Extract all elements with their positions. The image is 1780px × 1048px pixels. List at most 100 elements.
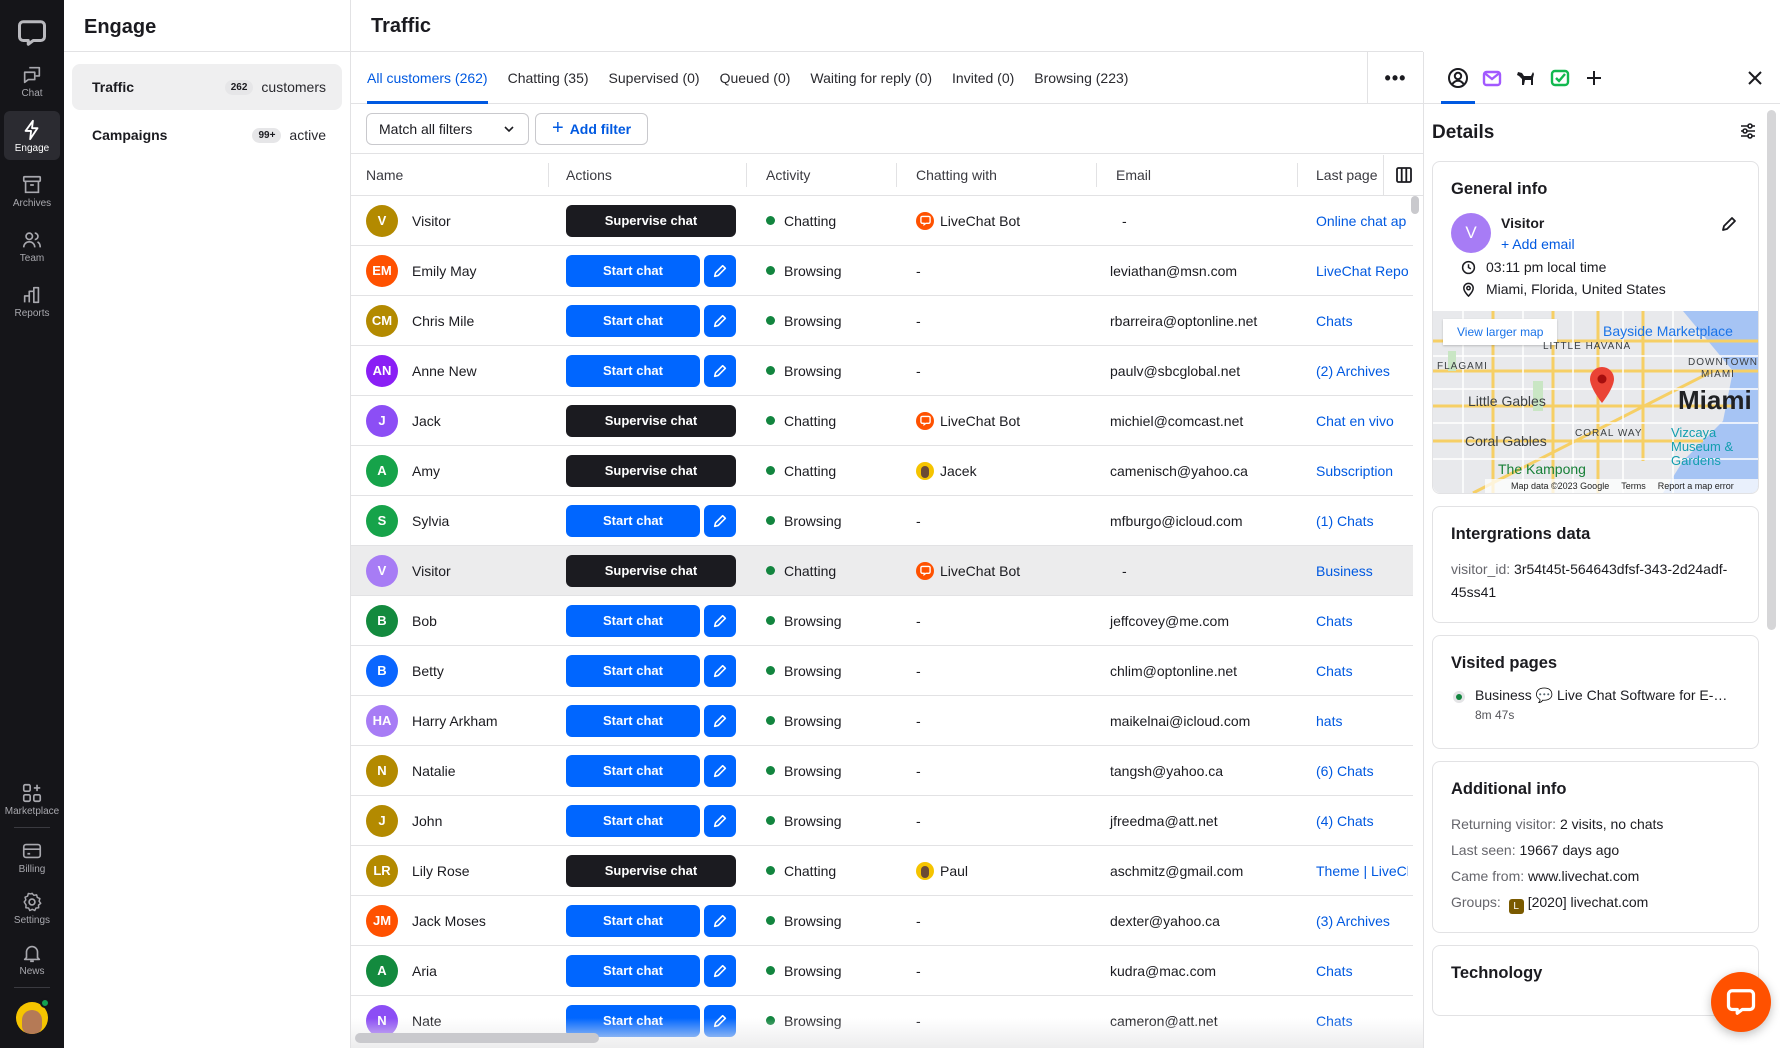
table-row[interactable]: CM Chris Mile Start chat Browsing - rbar… xyxy=(351,296,1413,346)
edit-customer-button[interactable] xyxy=(704,904,736,937)
start-chat-button[interactable]: Start chat xyxy=(566,354,700,387)
supervise-chat-button[interactable]: Supervise chat xyxy=(566,404,736,437)
last-page-link[interactable]: (6) Chats xyxy=(1316,763,1374,779)
customer-name[interactable]: Lily Rose xyxy=(412,863,470,879)
tab-invited[interactable]: Invited (0) xyxy=(952,52,1014,104)
nav-item-reports[interactable]: Reports xyxy=(4,276,60,325)
supervise-chat-button[interactable]: Supervise chat xyxy=(566,554,736,587)
edit-customer-button[interactable] xyxy=(704,504,736,537)
edit-customer-button[interactable] xyxy=(704,254,736,287)
table-row[interactable]: J Jack Supervise chat Chatting LiveChat … xyxy=(351,396,1413,446)
customer-name[interactable]: Natalie xyxy=(412,763,456,779)
edit-customer-button[interactable] xyxy=(704,304,736,337)
edit-customer-button[interactable] xyxy=(704,604,736,637)
column-header-chatting-with[interactable]: Chatting with xyxy=(916,155,997,195)
last-page-link[interactable]: (4) Chats xyxy=(1316,813,1374,829)
start-chat-button[interactable]: Start chat xyxy=(566,1004,700,1037)
customize-panel-button[interactable] xyxy=(1739,122,1757,145)
column-header-last-page[interactable]: Last page xyxy=(1316,155,1378,195)
tab-browsing[interactable]: Browsing (223) xyxy=(1034,52,1128,104)
edit-customer-button[interactable] xyxy=(704,654,736,687)
column-header-name[interactable]: Name xyxy=(366,155,403,195)
nav-item-news[interactable]: News xyxy=(4,934,60,983)
last-page-link[interactable]: Business xyxy=(1316,563,1373,579)
table-row[interactable]: S Sylvia Start chat Browsing - mfburgo@i… xyxy=(351,496,1413,546)
start-chat-button[interactable]: Start chat xyxy=(566,654,700,687)
table-row[interactable]: AN Anne New Start chat Browsing - paulv@… xyxy=(351,346,1413,396)
more-options-button[interactable]: ••• xyxy=(1367,52,1423,104)
location-map[interactable]: View larger map Bayside Marketplace LITT… xyxy=(1433,311,1758,493)
table-vertical-scrollbar[interactable] xyxy=(1411,196,1419,214)
nav-item-settings[interactable]: Settings xyxy=(4,883,60,932)
start-chat-button[interactable]: Start chat xyxy=(566,804,700,837)
filter-match-select[interactable]: Match all filters xyxy=(366,112,529,145)
customer-name[interactable]: Jack xyxy=(412,413,441,429)
map-terms-link[interactable]: Terms xyxy=(1621,481,1646,491)
table-row[interactable]: V Visitor Supervise chat Chatting LiveCh… xyxy=(351,546,1413,596)
column-divider[interactable] xyxy=(1297,163,1298,187)
edit-customer-button[interactable] xyxy=(704,804,736,837)
table-row[interactable]: J John Start chat Browsing - jfreedma@at… xyxy=(351,796,1413,846)
edit-customer-button[interactable] xyxy=(704,704,736,737)
table-row[interactable]: B Betty Start chat Browsing - chlim@opto… xyxy=(351,646,1413,696)
table-row[interactable]: A Amy Supervise chat Chatting Jacek came… xyxy=(351,446,1413,496)
start-chat-button[interactable]: Start chat xyxy=(566,304,700,337)
start-chat-button[interactable]: Start chat xyxy=(566,504,700,537)
start-chat-button[interactable]: Start chat xyxy=(566,904,700,937)
view-larger-map-link[interactable]: View larger map xyxy=(1443,319,1558,345)
supervise-chat-button[interactable]: Supervise chat xyxy=(566,454,736,487)
last-page-link[interactable]: Chats xyxy=(1316,663,1353,679)
start-chat-button[interactable]: Start chat xyxy=(566,254,700,287)
table-row[interactable]: EM Emily May Start chat Browsing - levia… xyxy=(351,246,1413,296)
last-page-link[interactable]: Chats xyxy=(1316,613,1353,629)
supervise-chat-button[interactable]: Supervise chat xyxy=(566,854,736,887)
customer-name[interactable]: John xyxy=(412,813,442,829)
nav-item-chat[interactable]: Chat xyxy=(4,56,60,105)
table-row[interactable]: N Natalie Start chat Browsing - tangsh@y… xyxy=(351,746,1413,796)
sidebar-item-traffic[interactable]: Traffic 262 customers xyxy=(72,64,342,110)
nav-item-team[interactable]: Team xyxy=(4,221,60,270)
panel-tab-add-app[interactable] xyxy=(1577,52,1611,104)
panel-tab-mail-app[interactable] xyxy=(1475,52,1509,104)
customer-name[interactable]: Aria xyxy=(412,963,437,979)
customer-name[interactable]: Sylvia xyxy=(412,513,449,529)
last-page-link[interactable]: (1) Chats xyxy=(1316,513,1374,529)
last-page-link[interactable]: (2) Archives xyxy=(1316,363,1390,379)
start-chat-button[interactable]: Start chat xyxy=(566,704,700,737)
table-row[interactable]: LR Lily Rose Supervise chat Chatting Pau… xyxy=(351,846,1413,896)
nav-item-archives[interactable]: Archives xyxy=(4,166,60,215)
close-panel-button[interactable] xyxy=(1742,65,1768,91)
table-row[interactable]: A Aria Start chat Browsing - kudra@mac.c… xyxy=(351,946,1413,996)
customer-name[interactable]: Harry Arkham xyxy=(412,713,498,729)
panel-tab-details[interactable] xyxy=(1441,52,1475,104)
tab-supervised[interactable]: Supervised (0) xyxy=(609,52,700,104)
table-row[interactable]: JM Jack Moses Start chat Browsing - dext… xyxy=(351,896,1413,946)
last-page-link[interactable]: Subscription xyxy=(1316,463,1393,479)
columns-settings-button[interactable] xyxy=(1383,155,1423,195)
edit-customer-button[interactable] xyxy=(704,354,736,387)
column-divider[interactable] xyxy=(1096,163,1097,187)
customer-name[interactable]: Visitor xyxy=(412,563,451,579)
column-divider[interactable] xyxy=(746,163,747,187)
tab-all-customers[interactable]: All customers (262) xyxy=(367,52,488,104)
table-row[interactable]: HA Harry Arkham Start chat Browsing - ma… xyxy=(351,696,1413,746)
column-divider[interactable] xyxy=(896,163,897,187)
customer-name[interactable]: Amy xyxy=(412,463,440,479)
table-row[interactable]: N Nate Start chat Browsing - cameron@att… xyxy=(351,996,1413,1038)
last-page-link[interactable]: Chats xyxy=(1316,313,1353,329)
column-header-email[interactable]: Email xyxy=(1116,155,1151,195)
tab-queued[interactable]: Queued (0) xyxy=(720,52,791,104)
map-report-link[interactable]: Report a map error xyxy=(1658,481,1734,491)
last-page-link[interactable]: hats xyxy=(1316,713,1342,729)
customer-name[interactable]: Visitor xyxy=(412,213,451,229)
last-page-link[interactable]: Chats xyxy=(1316,963,1353,979)
start-chat-button[interactable]: Start chat xyxy=(566,754,700,787)
nav-item-marketplace[interactable]: Marketplace xyxy=(4,774,60,823)
customer-name[interactable]: Jack Moses xyxy=(412,913,486,929)
column-header-activity[interactable]: Activity xyxy=(766,155,810,195)
livechat-logo-icon[interactable] xyxy=(15,16,49,50)
customer-name[interactable]: Betty xyxy=(412,663,444,679)
add-email-link[interactable]: + Add email xyxy=(1501,236,1575,252)
table-row[interactable]: B Bob Start chat Browsing - jeffcovey@me… xyxy=(351,596,1413,646)
start-chat-button[interactable]: Start chat xyxy=(566,954,700,987)
